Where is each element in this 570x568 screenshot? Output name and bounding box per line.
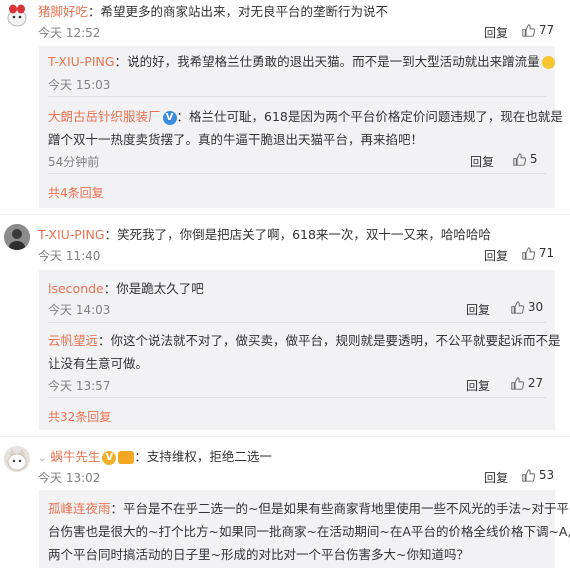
thumbs-up-icon (511, 301, 524, 314)
like-button[interactable]: 71 (522, 246, 554, 260)
comment-text-row: T-XIU-PING：笑死我了，你倒是把店关了啊，618来一次，双十一又来，哈哈… (38, 227, 491, 242)
user-avatar-icon (4, 446, 30, 472)
comment-username[interactable]: T-XIU-PING (38, 227, 105, 242)
reply-divider (48, 322, 546, 323)
reply-text: 平台是不在乎二选一的~但是如果有些商家背地里使用一些不风光的手法~对于平 (123, 501, 569, 516)
reply-button[interactable]: 回复 (484, 469, 508, 486)
like-button[interactable]: 53 (522, 468, 554, 482)
comment-time: 今天 12:52 (38, 26, 101, 40)
avatar[interactable] (4, 224, 30, 250)
reply-button[interactable]: 回复 (484, 24, 508, 41)
reply-list: lseconde：你是跪太久了吧 今天 14:03 回复 30 云帆望远：你这个… (39, 270, 561, 430)
thumbs-up-icon (522, 247, 535, 260)
thumbs-up-icon (511, 377, 524, 390)
reply-text-row: 云帆望远：你这个说法就不对了，做买卖，做平台，规则就是要透明，不公平就要起诉而不… (48, 333, 561, 348)
like-count: 77 (538, 23, 555, 37)
like-count: 30 (527, 300, 544, 314)
reply-divider (48, 397, 546, 398)
reply-list: T-XIU-PING：说的好，我希望格兰仕勇敢的退出天猫。而不是一到大型活动就出… (39, 46, 563, 208)
reply-text-line2: 蹭个双十一热度卖货摆了。真的牛逼干脆退出天猫平台，再来掐吧！ (48, 132, 424, 147)
reply-text-line2: 台伤害也是很大的~打个比方~如果同一批商家~在活动期间~在A平台的价格全线价格下… (48, 524, 570, 539)
reply-username[interactable]: 孤峰连夜雨 (48, 501, 111, 516)
reply-text-row: 大朗古岳针织服装厂 V ：格兰仕可耻，618是因为两个平台价格定价问题违规了，现在也… (48, 109, 563, 125)
reply-time: 今天 15:03 (48, 78, 111, 92)
like-count: 53 (538, 468, 555, 482)
comment-username[interactable]: 蜗牛先生 (50, 449, 100, 464)
reply-button[interactable]: 回复 (466, 377, 490, 394)
avatar[interactable] (4, 2, 30, 28)
comment-time: 今天 13:02 (38, 471, 101, 485)
medal-icon: ⌄ (38, 453, 47, 464)
like-button[interactable]: 30 (511, 300, 543, 314)
comment-username[interactable]: 猪脚好吃 (38, 4, 88, 19)
reply-divider (48, 173, 546, 174)
user-avatar-icon (7, 4, 27, 27)
reply-username[interactable]: 大朗古岳针织服装厂 (48, 109, 161, 124)
comment-text: 笑死我了，你倒是把店关了啊，618来一次，双十一又来，哈哈哈哈 (117, 227, 491, 242)
sweat-smile-emoji-icon (541, 56, 555, 69)
reply-text: 你是跪太久了吧 (116, 281, 204, 296)
reply-button[interactable]: 回复 (466, 301, 490, 318)
verified-v-icon: V (162, 110, 177, 125)
comment-time: 今天 11:40 (38, 249, 101, 263)
reply-username[interactable]: lseconde (48, 281, 104, 296)
reply-time: 今天 13:57 (48, 379, 111, 393)
reply-text-row: lseconde：你是跪太久了吧 (48, 281, 204, 296)
reply-username[interactable]: T-XIU-PING (48, 54, 115, 69)
fan-badge-icon (118, 451, 135, 464)
reply-text-line3: 两个平台同时搞活动的日子里~形成的对比对一个平台伤害多大~你知道吗？ (48, 547, 469, 562)
reply-username[interactable]: 云帆望远 (48, 333, 98, 348)
reply-text: 说的好，我希望格兰仕勇敢的退出天猫。而不是一到大型活动就出来蹭流量 (127, 54, 540, 69)
reply-text: 格兰仕可耻，618是因为两个平台价格定价问题违规了，现在也就是 (189, 109, 563, 124)
avatar[interactable] (4, 446, 30, 472)
like-count: 5 (529, 152, 538, 166)
like-count: 27 (527, 376, 544, 390)
reply-text-row: 孤峰连夜雨：平台是不在乎二选一的~但是如果有些商家背地里使用一些不风光的手法~对… (48, 501, 569, 516)
reply-button[interactable]: 回复 (470, 153, 494, 170)
like-count: 71 (538, 246, 555, 260)
comment-text-row: ⌄ 蜗牛先生 V ：支持维权，拒绝二选一 (38, 449, 272, 465)
reply-divider (48, 96, 546, 97)
reply-button[interactable]: 回复 (484, 247, 508, 264)
reply-text-row: T-XIU-PING：说的好，我希望格兰仕勇敢的退出天猫。而不是一到大型活动就出… (48, 51, 555, 70)
thumbs-up-icon (522, 469, 535, 482)
thumbs-up-icon (513, 153, 526, 166)
comment-divider (0, 214, 570, 215)
more-replies-link[interactable]: 共4条回复 (48, 184, 104, 201)
reply-time: 54分钟前 (48, 155, 100, 169)
like-button[interactable]: 77 (522, 23, 554, 37)
reply-list: 孤峰连夜雨：平台是不在乎二选一的~但是如果有些商家背地里使用一些不风光的手法~对… (39, 490, 570, 568)
reply-time: 今天 14:03 (48, 303, 111, 317)
comment-divider (0, 436, 570, 437)
user-avatar-icon (4, 224, 30, 250)
comment-text-row: 猪脚好吃：希望更多的商家站出来，对无良平台的垄断行为说不 (38, 4, 389, 19)
reply-text-line2: 让没有生意可做。 (48, 356, 149, 371)
verified-v-icon: V (102, 450, 117, 465)
thumbs-up-icon (522, 24, 535, 37)
like-button[interactable]: 27 (511, 376, 543, 390)
like-button[interactable]: 5 (513, 152, 537, 166)
more-replies-link[interactable]: 共32条回复 (48, 408, 111, 425)
comment-text: 支持维权，拒绝二选一 (146, 449, 272, 464)
reply-text: 你这个说法就不对了，做买卖，做平台，规则就是要透明，不公平就要起诉而不是 (110, 333, 561, 348)
comment-text: 希望更多的商家站出来，对无良平台的垄断行为说不 (100, 4, 389, 19)
